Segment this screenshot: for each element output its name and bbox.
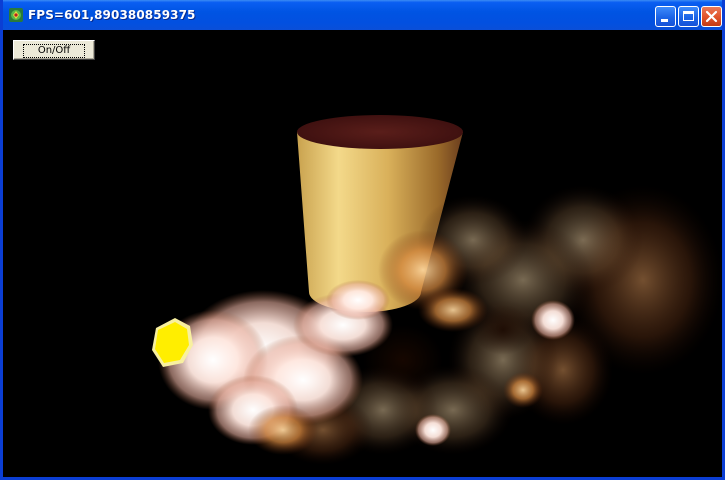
title-bar[interactable]: FPS=601,890380859375	[3, 0, 722, 30]
application-icon[interactable]	[8, 7, 24, 23]
on-off-button-label: On/Off	[22, 43, 86, 58]
fire-particle-system	[158, 185, 722, 465]
on-off-button[interactable]: On/Off	[13, 40, 95, 60]
minimize-button[interactable]	[655, 6, 676, 27]
application-window: FPS=601,890380859375 On/Off	[0, 0, 725, 480]
render-viewport[interactable]: On/Off	[3, 30, 722, 477]
minimize-icon	[661, 19, 668, 22]
maximize-button[interactable]	[678, 6, 699, 27]
maximize-icon	[683, 11, 694, 21]
3d-scene	[152, 115, 722, 465]
window-title: FPS=601,890380859375	[28, 8, 196, 22]
close-icon	[705, 10, 718, 23]
close-button[interactable]	[701, 6, 722, 27]
